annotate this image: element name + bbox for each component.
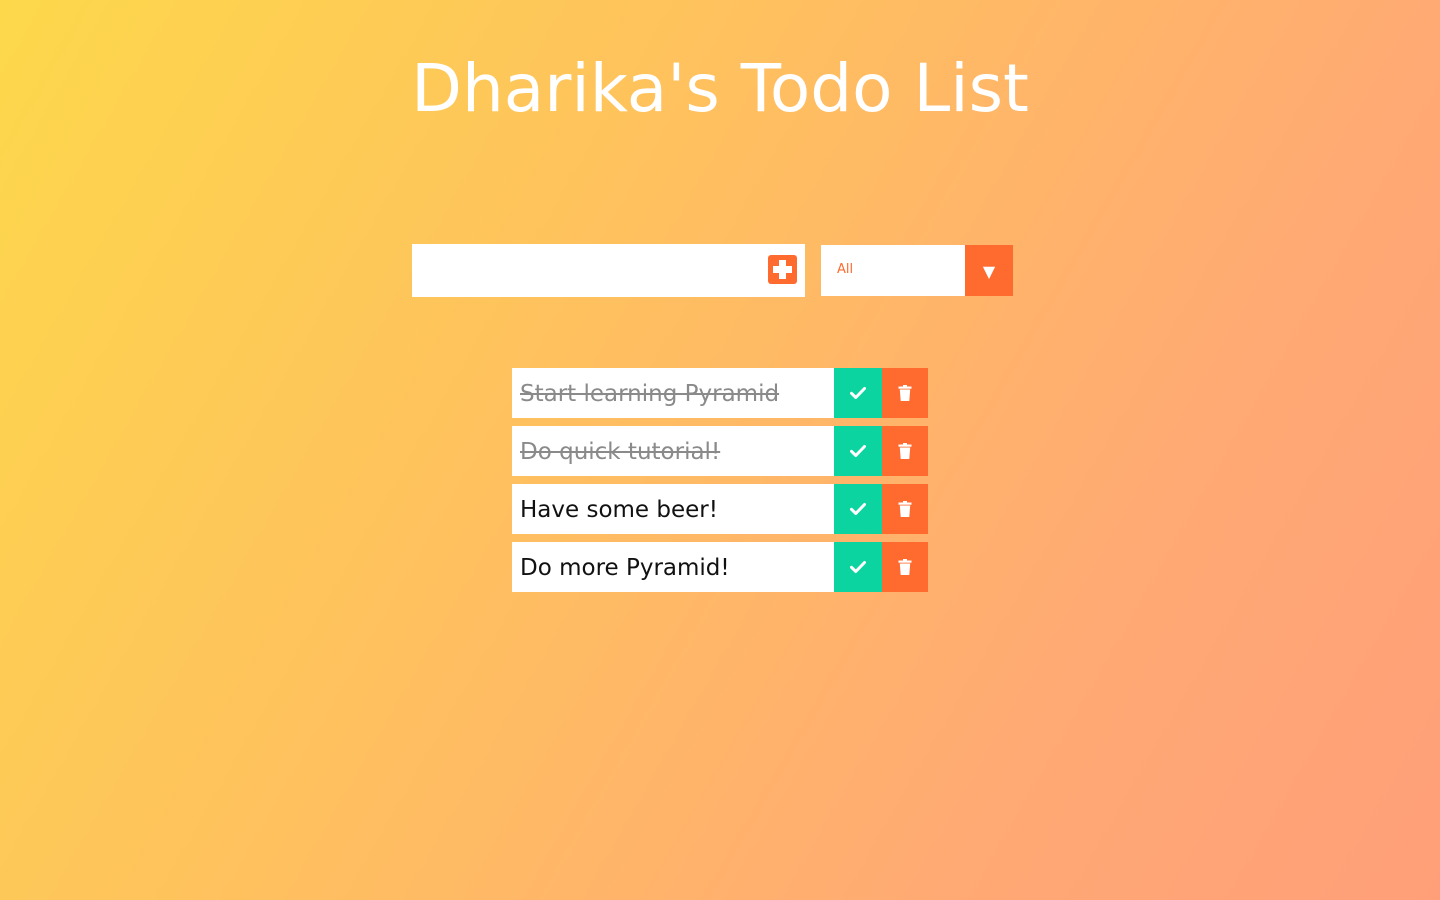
check-icon [850, 561, 866, 573]
todo-item: Do quick tutorial! [512, 426, 928, 476]
dropdown-arrow-icon[interactable]: ▼ [965, 245, 1013, 296]
delete-button[interactable] [882, 542, 928, 592]
trash-icon [898, 385, 912, 401]
check-icon [850, 503, 866, 515]
complete-button[interactable] [834, 368, 882, 418]
add-todo-button[interactable] [768, 255, 797, 284]
filter-select[interactable]: All ▼ [821, 245, 1013, 296]
todo-input[interactable] [412, 244, 752, 297]
filter-selected-value: All [837, 262, 854, 277]
trash-icon [898, 501, 912, 517]
todo-item: Have some beer! [512, 484, 928, 534]
trash-icon [898, 443, 912, 459]
todo-item: Start learning Pyramid [512, 368, 928, 418]
check-icon [850, 445, 866, 457]
todo-text: Do more Pyramid! [520, 555, 730, 581]
trash-icon [898, 559, 912, 575]
delete-button[interactable] [882, 484, 928, 534]
complete-button[interactable] [834, 426, 882, 476]
complete-button[interactable] [834, 484, 882, 534]
complete-button[interactable] [834, 542, 882, 592]
check-icon [850, 387, 866, 399]
todo-text: Have some beer! [520, 497, 718, 523]
todo-text: Start learning Pyramid [520, 381, 780, 407]
delete-button[interactable] [882, 426, 928, 476]
add-todo-form [412, 244, 805, 297]
page-title: Dharika's Todo List [411, 50, 1029, 127]
todo-list: Start learning Pyramid Do quick tutorial… [512, 368, 928, 600]
todo-text: Do quick tutorial! [520, 439, 721, 465]
delete-button[interactable] [882, 368, 928, 418]
todo-item: Do more Pyramid! [512, 542, 928, 592]
